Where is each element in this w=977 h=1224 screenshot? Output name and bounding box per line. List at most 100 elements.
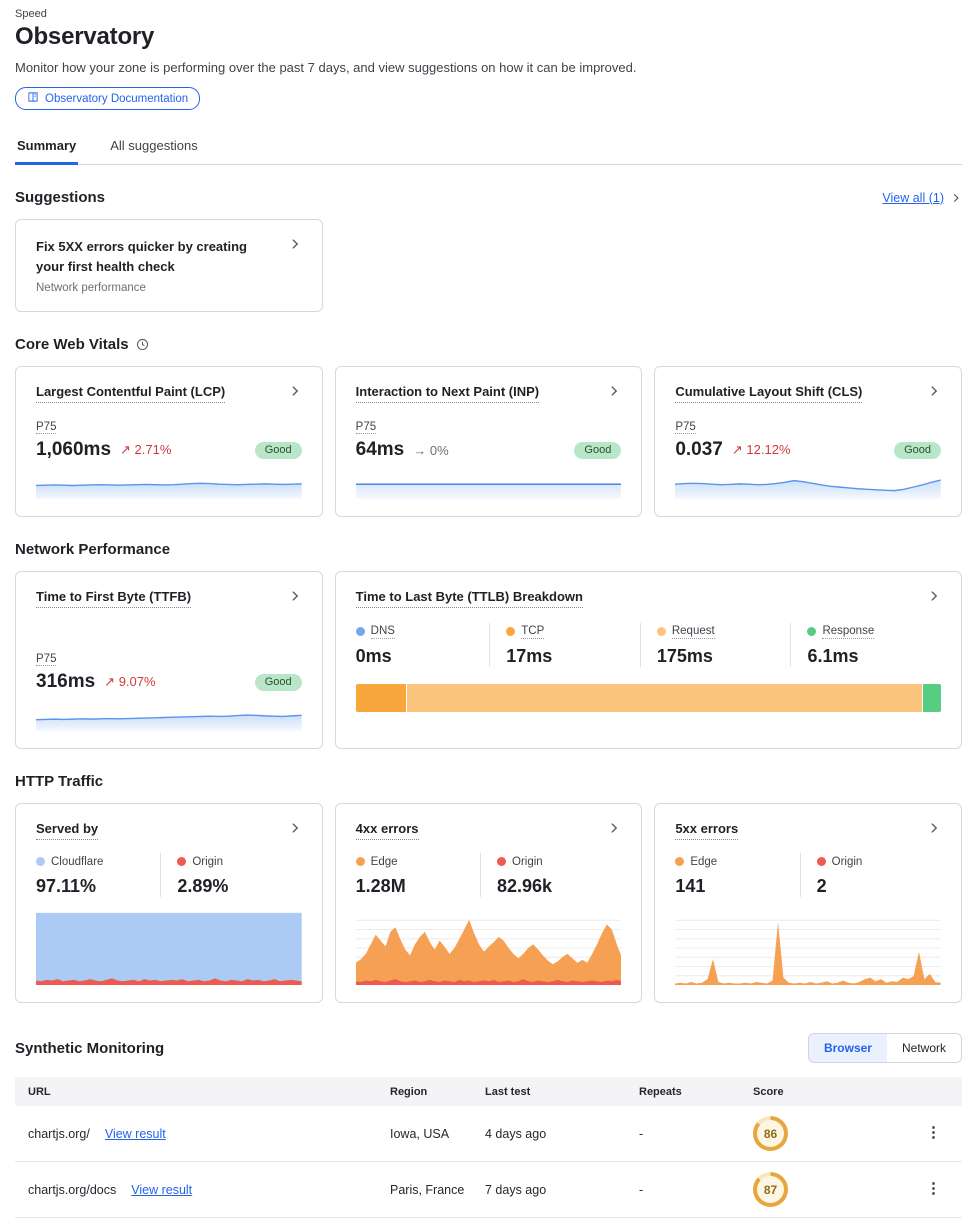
col-last-test: Last test xyxy=(485,1086,639,1098)
cls-trend: ↗ 12.12% xyxy=(732,442,791,458)
chevron-right-icon[interactable] xyxy=(927,589,941,608)
score-ring: 86 xyxy=(753,1116,788,1151)
chevron-right-icon[interactable] xyxy=(288,384,302,403)
origin-legend-dot xyxy=(497,857,506,866)
errors-5xx-stats: Edge 141 Origin 2 xyxy=(675,853,941,897)
table-row: chartjs.org/docsView result Paris, Franc… xyxy=(15,1162,962,1218)
row-region: Iowa, USA xyxy=(390,1127,485,1141)
ttlb-bar-segment-response xyxy=(923,684,941,712)
ttlb-title[interactable]: Time to Last Byte (TTLB) Breakdown xyxy=(356,589,583,608)
origin-value: 2 xyxy=(817,876,941,897)
row-url: chartjs.org/ xyxy=(28,1127,90,1141)
suggestion-card[interactable]: Fix 5XX errors quicker by creating your … xyxy=(15,219,323,312)
ttfb-card: Time to First Byte (TTFB) P75 316ms ↗ 9.… xyxy=(15,571,323,749)
documentation-button[interactable]: Observatory Documentation xyxy=(15,87,200,110)
origin-legend-dot xyxy=(177,857,186,866)
chevron-right-icon[interactable] xyxy=(927,384,941,403)
edge-label: Edge xyxy=(371,856,398,868)
suggestions-heading: Suggestions xyxy=(15,189,105,206)
tab-summary[interactable]: Summary xyxy=(15,130,78,165)
clock-icon xyxy=(136,338,149,351)
tab-all-suggestions[interactable]: All suggestions xyxy=(108,130,199,165)
page-title: Observatory xyxy=(15,23,962,51)
origin-stat: Origin 2 xyxy=(800,853,941,897)
served-by-title[interactable]: Served by xyxy=(36,821,98,840)
chevron-right-icon[interactable] xyxy=(288,821,302,840)
row-last-test: 4 days ago xyxy=(485,1127,639,1141)
view-result-link[interactable]: View result xyxy=(131,1183,192,1197)
status-badge: Good xyxy=(255,674,302,691)
cls-value: 0.037 xyxy=(675,439,723,461)
status-badge: Good xyxy=(255,442,302,459)
col-repeats: Repeats xyxy=(639,1086,753,1098)
ttlb-bar-segment-tcp xyxy=(356,684,406,712)
p75-label: P75 xyxy=(36,421,56,434)
synthetic-section-head: Synthetic Monitoring Browser Network xyxy=(15,1033,962,1063)
score-value: 87 xyxy=(757,1176,784,1203)
trend-up-icon: ↗ xyxy=(732,442,743,457)
ttlb-stat-dns: DNS 0ms xyxy=(356,623,490,667)
chevron-right-icon[interactable] xyxy=(288,589,302,608)
documentation-button-label: Observatory Documentation xyxy=(45,93,188,105)
cls-card: Cumulative Layout Shift (CLS) P75 0.037 … xyxy=(654,366,962,517)
breadcrumb: Speed xyxy=(15,8,962,20)
col-url: URL xyxy=(15,1086,390,1098)
row-repeats: - xyxy=(639,1183,753,1197)
chevron-right-icon[interactable] xyxy=(288,237,302,256)
row-menu-kebab-icon[interactable]: ⋮ xyxy=(918,1125,949,1141)
toggle-browser[interactable]: Browser xyxy=(809,1034,887,1062)
edge-stat: Edge 1.28M xyxy=(356,853,480,897)
network-heading: Network Performance xyxy=(15,541,170,558)
cwv-cards: Largest Contentful Paint (LCP) P75 1,060… xyxy=(15,366,962,517)
toggle-network[interactable]: Network xyxy=(887,1034,961,1062)
http-section-head: HTTP Traffic xyxy=(15,773,962,790)
edge-legend-dot xyxy=(675,857,684,866)
browser-network-toggle: Browser Network xyxy=(808,1033,962,1063)
inp-title[interactable]: Interaction to Next Paint (INP) xyxy=(356,384,539,403)
edge-legend-dot xyxy=(356,857,365,866)
dns-label: DNS xyxy=(371,625,395,639)
row-url: chartjs.org/docs xyxy=(28,1183,116,1197)
errors-4xx-title[interactable]: 4xx errors xyxy=(356,821,419,840)
errors-5xx-chart xyxy=(675,911,941,985)
response-value: 6.1ms xyxy=(807,646,941,667)
suggestion-title: Fix 5XX errors quicker by creating your … xyxy=(36,237,266,276)
request-legend-dot xyxy=(657,627,666,636)
synthetic-table: URL Region Last test Repeats Score chart… xyxy=(15,1077,962,1218)
errors-5xx-title[interactable]: 5xx errors xyxy=(675,821,738,840)
row-repeats: - xyxy=(639,1127,753,1141)
page-header: Speed Observatory Monitor how your zone … xyxy=(15,8,962,110)
tab-bar: Summary All suggestions xyxy=(15,130,962,165)
view-all-link[interactable]: View all (1) xyxy=(882,191,962,205)
network-cards: Time to First Byte (TTFB) P75 316ms ↗ 9.… xyxy=(15,571,962,749)
view-all-label: View all (1) xyxy=(882,191,944,205)
ttlb-stat-request: Request 175ms xyxy=(640,623,791,667)
ttlb-stat-tcp: TCP 17ms xyxy=(489,623,640,667)
view-result-link[interactable]: View result xyxy=(105,1127,166,1141)
origin-stat: Origin 2.89% xyxy=(160,853,301,897)
inp-trend: → 0% xyxy=(413,443,448,458)
dns-value: 0ms xyxy=(356,646,490,667)
chevron-right-icon xyxy=(950,192,962,204)
network-section-head: Network Performance xyxy=(15,541,962,558)
col-region: Region xyxy=(390,1086,485,1098)
ttlb-bar-segment-request xyxy=(407,684,922,712)
cls-sparkline xyxy=(675,472,941,499)
dns-legend-dot xyxy=(356,627,365,636)
errors-4xx-card: 4xx errors Edge 1.28M Origin 82.96k xyxy=(335,803,643,1003)
inp-sparkline xyxy=(356,472,622,499)
cls-title[interactable]: Cumulative Layout Shift (CLS) xyxy=(675,384,862,403)
inp-card: Interaction to Next Paint (INP) P75 64ms… xyxy=(335,366,643,517)
lcp-title[interactable]: Largest Contentful Paint (LCP) xyxy=(36,384,225,403)
served-by-chart xyxy=(36,911,302,985)
score-ring: 87 xyxy=(753,1172,788,1207)
chevron-right-icon[interactable] xyxy=(927,821,941,840)
chevron-right-icon[interactable] xyxy=(607,384,621,403)
chevron-right-icon[interactable] xyxy=(607,821,621,840)
tcp-value: 17ms xyxy=(506,646,640,667)
row-menu-kebab-icon[interactable]: ⋮ xyxy=(918,1181,949,1197)
p75-label: P75 xyxy=(36,653,56,666)
inp-value: 64ms xyxy=(356,439,405,461)
ttfb-title[interactable]: Time to First Byte (TTFB) xyxy=(36,589,191,608)
table-header: URL Region Last test Repeats Score xyxy=(15,1077,962,1106)
